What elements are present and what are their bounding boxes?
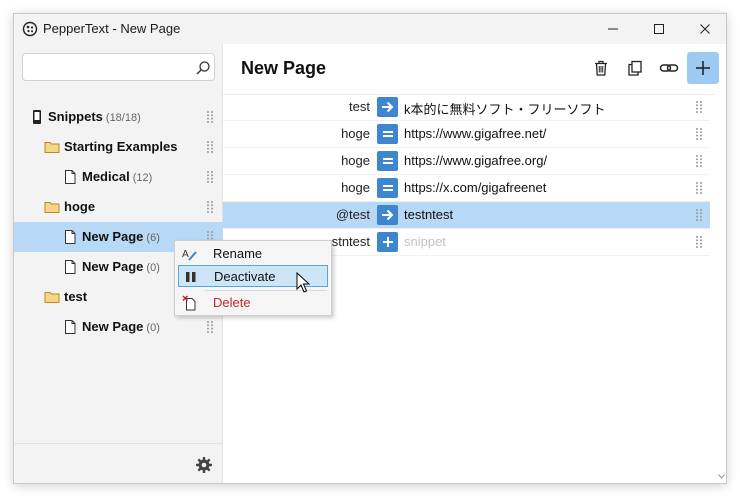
copy-button[interactable] (619, 52, 651, 84)
tree-item-label: New Page (82, 319, 144, 334)
search-input[interactable] (29, 57, 189, 77)
folder-icon (44, 142, 60, 153)
tree-item-label: test (64, 289, 88, 304)
menu-item-label: Rename (213, 246, 263, 261)
drag-handle-icon[interactable] (206, 320, 214, 334)
drag-handle-icon[interactable] (206, 170, 214, 184)
tree-item-count: (6) (146, 232, 160, 244)
menu-item-delete[interactable]: Delete (178, 292, 328, 314)
minimize-icon (608, 28, 618, 30)
link-button[interactable] (653, 52, 685, 84)
delete-page-icon (182, 295, 196, 311)
folder-icon (44, 202, 60, 213)
drag-handle-icon[interactable] (206, 110, 214, 124)
window-title: PepperText - New Page (43, 21, 181, 36)
scroll-down-icon[interactable] (718, 474, 725, 479)
vertical-scrollbar[interactable] (715, 94, 726, 483)
drag-handle-icon[interactable] (206, 140, 214, 154)
rename-icon: A (182, 249, 197, 261)
drag-handle-icon[interactable] (695, 235, 703, 249)
plus-icon[interactable] (377, 232, 398, 252)
snippet-row-selected[interactable]: @test testntest (223, 202, 710, 229)
app-window: PepperText - New Page Snippets (18/18) S… (13, 13, 727, 484)
drag-handle-icon[interactable] (695, 154, 703, 168)
snippet-value[interactable]: https://www.gigafree.org/ (404, 153, 547, 168)
gear-icon[interactable] (195, 456, 213, 474)
tree-item-hoge[interactable]: hoge (14, 192, 223, 222)
snippet-row[interactable]: hoge https://www.gigafree.net/ (223, 121, 710, 148)
sidebar-footer (14, 443, 223, 483)
device-icon (33, 110, 41, 124)
tree-item-label: New Page (82, 259, 144, 274)
equals-icon[interactable] (377, 178, 398, 198)
drag-handle-icon[interactable] (695, 208, 703, 222)
snippet-value-placeholder[interactable]: snippet (404, 234, 446, 249)
snippet-value[interactable]: k本的に無料ソフト・フリーソフト (404, 99, 606, 118)
snippet-trigger[interactable]: hoge (223, 180, 370, 195)
copy-icon (628, 60, 642, 76)
tree-item-count: (18/18) (105, 112, 141, 124)
snippet-row[interactable]: hoge https://x.com/gigafreenet (223, 175, 710, 202)
maximize-icon (654, 24, 664, 34)
drag-handle-icon[interactable] (695, 127, 703, 141)
drag-handle-icon[interactable] (695, 100, 703, 114)
tree-item-label: Starting Examples (64, 139, 178, 154)
tree-item-count: (12) (132, 172, 153, 184)
menu-item-label: Delete (213, 295, 251, 310)
folder-icon (44, 292, 60, 303)
mouse-cursor-icon (296, 272, 310, 293)
snippet-value[interactable]: https://www.gigafree.net/ (404, 126, 546, 141)
tree-item-label: hoge (64, 199, 96, 214)
add-snippet-button[interactable] (687, 52, 719, 84)
close-button[interactable] (682, 14, 726, 44)
arrow-right-icon[interactable] (377, 205, 398, 225)
trash-icon (595, 60, 607, 76)
page-title: New Page (241, 58, 327, 78)
search-icon[interactable] (195, 60, 211, 76)
tree-item-label: Snippets (48, 109, 103, 124)
arrow-right-icon[interactable] (377, 97, 398, 117)
tree-item-starting-examples[interactable]: Starting Examples (14, 132, 223, 162)
search-box[interactable] (22, 53, 215, 81)
page-icon (65, 320, 76, 334)
delete-button[interactable] (585, 52, 617, 84)
snippet-value[interactable]: https://x.com/gigafreenet (404, 180, 546, 195)
snippet-row[interactable]: hoge https://www.gigafree.org/ (223, 148, 710, 175)
equals-icon[interactable] (377, 151, 398, 171)
maximize-button[interactable] (636, 14, 682, 44)
link-icon (659, 64, 679, 72)
app-logo-icon (22, 21, 38, 37)
equals-icon[interactable] (377, 124, 398, 144)
snippet-trigger[interactable]: hoge (223, 153, 370, 168)
menu-item-label: Deactivate (214, 269, 276, 284)
tree-item-label: New Page (82, 229, 144, 244)
snippet-row[interactable]: test k本的に無料ソフト・フリーソフト (223, 94, 710, 121)
drag-handle-icon[interactable] (695, 181, 703, 195)
tree-item-count: (0) (146, 262, 160, 274)
pause-icon (186, 272, 196, 282)
close-icon (700, 24, 710, 34)
tree-item-label: Medical (82, 169, 130, 184)
page-icon (65, 230, 76, 244)
snippet-trigger[interactable]: hoge (223, 126, 370, 141)
snippet-trigger[interactable]: @test (223, 207, 370, 222)
title-bar: PepperText - New Page (14, 14, 726, 44)
tree-item-snippets[interactable]: Snippets (18/18) (14, 102, 223, 132)
page-icon (65, 260, 76, 274)
tree-item-medical[interactable]: Medical (12) (14, 162, 223, 192)
tree-item-new-page[interactable]: New Page (0) (14, 312, 223, 342)
plus-icon (696, 61, 710, 75)
page-icon (65, 170, 76, 184)
minimize-button[interactable] (590, 14, 636, 44)
menu-item-rename[interactable]: A Rename (178, 243, 328, 265)
snippet-trigger[interactable]: test (223, 99, 370, 114)
tree-item-count: (0) (146, 322, 160, 334)
snippet-value[interactable]: testntest (404, 207, 453, 222)
drag-handle-icon[interactable] (206, 200, 214, 214)
svg-text:A: A (182, 249, 189, 260)
